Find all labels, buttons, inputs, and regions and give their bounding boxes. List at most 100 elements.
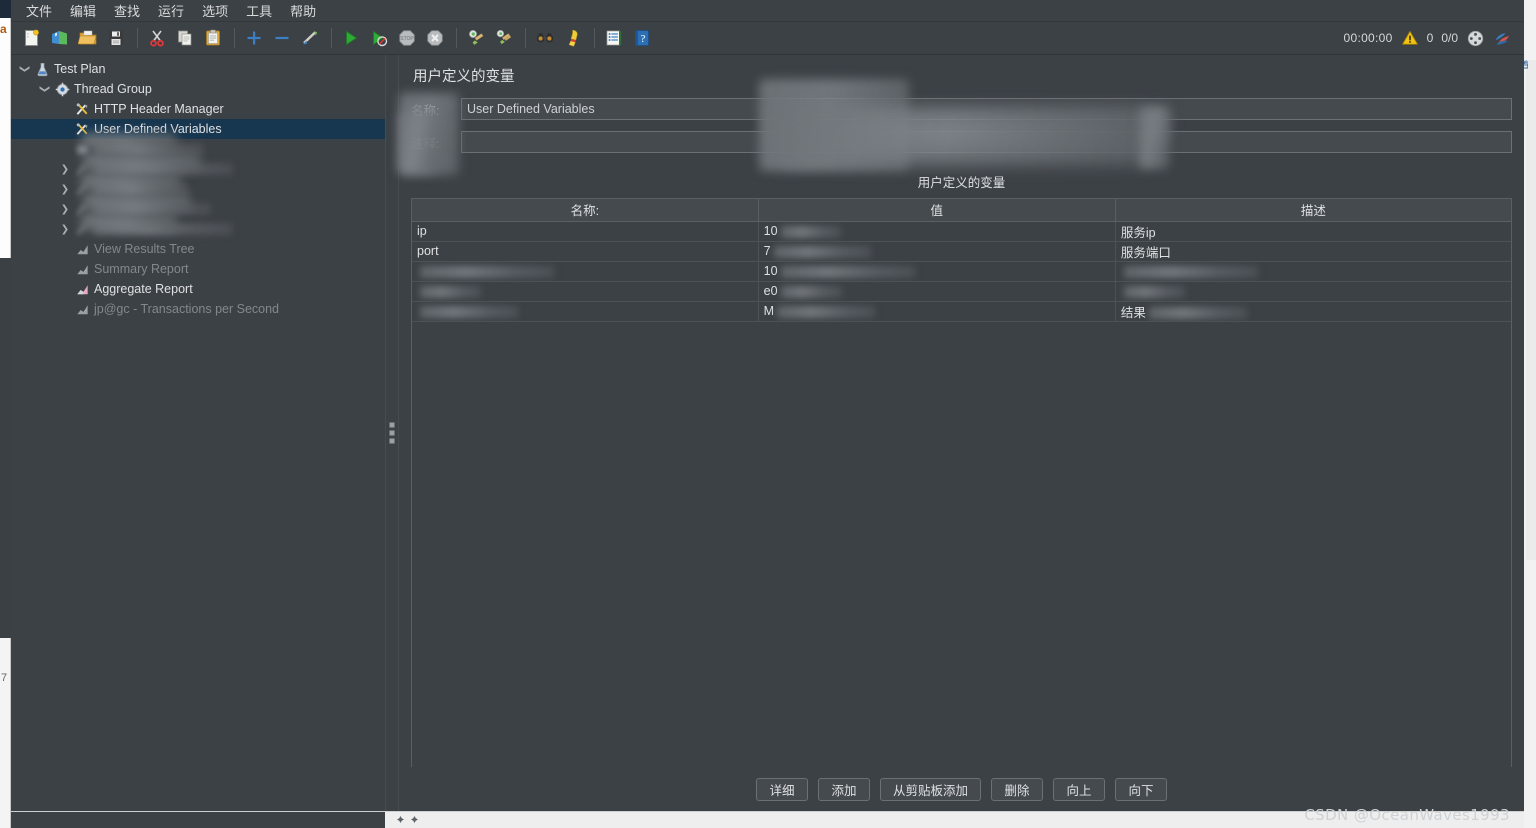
table-row[interactable]: ip 10 服务ip: [412, 221, 1511, 242]
chevron-down-icon[interactable]: ❯: [37, 81, 53, 97]
tree-item-redacted-1[interactable]: ❯: [11, 159, 385, 179]
tree-item-test-plan[interactable]: ❯ Test Plan: [11, 59, 385, 79]
collapse-all-icon[interactable]: [269, 25, 295, 51]
tree-toggle-spacer: [57, 281, 73, 297]
name-input[interactable]: [461, 98, 1512, 120]
listener-pink-icon: [73, 281, 91, 297]
stop-icon[interactable]: STOP: [394, 25, 420, 51]
remote-engines-icon[interactable]: [1466, 29, 1485, 48]
paste-icon[interactable]: [200, 25, 226, 51]
tree-item-redacted-4[interactable]: ❯: [11, 219, 385, 239]
menu-search[interactable]: 查找: [105, 0, 149, 22]
chevron-right-icon[interactable]: ❯: [57, 161, 73, 177]
tree-item-label: View Results Tree: [94, 242, 195, 256]
value-cell-redaction: [780, 265, 915, 278]
tree-item-redacted-3[interactable]: ❯: [11, 199, 385, 219]
watermark: CSDN @OceanWaves1993: [1304, 806, 1510, 824]
add-from-clipboard-button[interactable]: 从剪贴板添加: [879, 777, 981, 801]
menu-help[interactable]: 帮助: [281, 0, 325, 22]
reset-search-icon[interactable]: [560, 25, 586, 51]
jmeter-bird-icon[interactable]: [1493, 29, 1512, 48]
clear-icon[interactable]: [463, 25, 489, 51]
move-up-button[interactable]: 向上: [1053, 777, 1105, 801]
desc-cell[interactable]: 服务ip: [1115, 221, 1511, 242]
help-icon[interactable]: ?: [629, 25, 655, 51]
clear-all-icon[interactable]: [491, 25, 517, 51]
table-row[interactable]: port 7 服务端口: [412, 241, 1511, 262]
desc-cell[interactable]: 服务端口: [1115, 241, 1511, 262]
tree-item-http-header-manager[interactable]: HTTP Header Manager: [11, 99, 385, 119]
tree-item-view-results-tree[interactable]: View Results Tree: [11, 239, 385, 259]
toggle-icon[interactable]: [297, 25, 323, 51]
test-plan-tree[interactable]: ❯ Test Plan ❯ Thread Group HTTP Header Manag…: [11, 55, 385, 811]
cut-icon[interactable]: [144, 25, 170, 51]
table-row[interactable]: M 结果: [412, 301, 1511, 322]
horizontal-splitter-grip[interactable]: [397, 816, 418, 823]
chevron-right-icon[interactable]: ❯: [57, 221, 73, 237]
menu-options[interactable]: 选项: [193, 0, 237, 22]
name-cell[interactable]: port: [412, 241, 759, 262]
tree-item-redacted-2[interactable]: ❯: [11, 179, 385, 199]
vertical-splitter[interactable]: [385, 55, 399, 811]
menu-run[interactable]: 运行: [149, 0, 193, 22]
tree-item-label: 仅一次控制器: [94, 143, 204, 155]
value-cell[interactable]: 10: [758, 261, 1116, 282]
svg-text:STOP: STOP: [400, 36, 414, 42]
tree-item-once-only-controller[interactable]: 仅一次控制器: [11, 139, 385, 159]
new-file-icon[interactable]: [19, 25, 45, 51]
add-button[interactable]: 添加: [817, 777, 870, 801]
comment-input[interactable]: [461, 131, 1512, 153]
warning-triangle-icon[interactable]: [1401, 29, 1419, 47]
name-cell[interactable]: [412, 301, 759, 322]
detail-button[interactable]: 详细: [755, 777, 808, 801]
function-helper-icon[interactable]: [601, 25, 627, 51]
value-cell[interactable]: 7: [758, 241, 1116, 262]
copy-icon[interactable]: [172, 25, 198, 51]
value-cell[interactable]: e0: [758, 281, 1116, 302]
name-field-label: 名称:: [411, 103, 440, 118]
name-cell[interactable]: [412, 261, 759, 282]
start-icon[interactable]: [338, 25, 364, 51]
bottom-splitter-bar[interactable]: [11, 811, 1524, 828]
delete-button[interactable]: 删除: [991, 777, 1043, 801]
name-cell-redaction: [420, 285, 481, 298]
variables-table-container: 名称: 值 描述 ip 10 服务ip port 7 服务端口 10 e0 M 结果: [399, 79, 1512, 767]
splitter-grip[interactable]: [389, 422, 395, 444]
menu-tools[interactable]: 工具: [237, 0, 281, 22]
table-row[interactable]: 10: [412, 261, 1511, 282]
tree-item-transactions-per-second[interactable]: jp@gc - Transactions per Second: [11, 299, 385, 319]
menu-file[interactable]: 文件: [17, 0, 61, 22]
expand-all-icon[interactable]: [241, 25, 267, 51]
tree-item-aggregate-report[interactable]: Aggregate Report: [11, 279, 385, 299]
desc-cell[interactable]: [1115, 281, 1511, 302]
desc-cell[interactable]: 结果: [1115, 301, 1511, 322]
start-no-pauses-icon[interactable]: [366, 25, 392, 51]
name-cell[interactable]: [412, 281, 759, 302]
open-folder-icon[interactable]: [75, 25, 101, 51]
templates-icon[interactable]: [47, 25, 73, 51]
save-icon[interactable]: [103, 25, 129, 51]
variables-table[interactable]: 名称: 值 描述 ip 10 服务ip port 7 服务端口 10 e0 M 结果: [412, 199, 1511, 322]
shutdown-icon[interactable]: [422, 25, 448, 51]
value-cell[interactable]: M: [758, 301, 1116, 322]
move-down-button[interactable]: 向下: [1115, 777, 1167, 801]
column-header-value[interactable]: 值: [758, 199, 1116, 222]
chevron-down-icon[interactable]: ❯: [17, 61, 33, 77]
menu-edit[interactable]: 编辑: [61, 0, 105, 22]
search-icon[interactable]: [532, 25, 558, 51]
value-cell[interactable]: 10: [758, 221, 1116, 242]
tree-item-summary-report[interactable]: Summary Report: [11, 259, 385, 279]
desc-cell[interactable]: [1115, 261, 1511, 282]
tree-item-user-defined-variables[interactable]: User Defined Variables: [11, 119, 385, 139]
column-header-name[interactable]: 名称:: [412, 199, 759, 222]
variables-table-body[interactable]: ip 10 服务ip port 7 服务端口 10 e0 M 结果: [412, 221, 1511, 322]
table-row[interactable]: e0: [412, 281, 1511, 302]
name-cell[interactable]: ip: [412, 221, 759, 242]
tree-item-thread-group[interactable]: ❯ Thread Group: [11, 79, 385, 99]
chevron-right-icon[interactable]: ❯: [57, 201, 73, 217]
chevron-right-icon[interactable]: ❯: [57, 181, 73, 197]
variables-table-head: 名称: 值 描述: [412, 199, 1511, 222]
column-header-desc[interactable]: 描述: [1115, 199, 1511, 222]
name-field-row: 名称:: [411, 98, 1512, 120]
config-icon: [73, 121, 91, 137]
